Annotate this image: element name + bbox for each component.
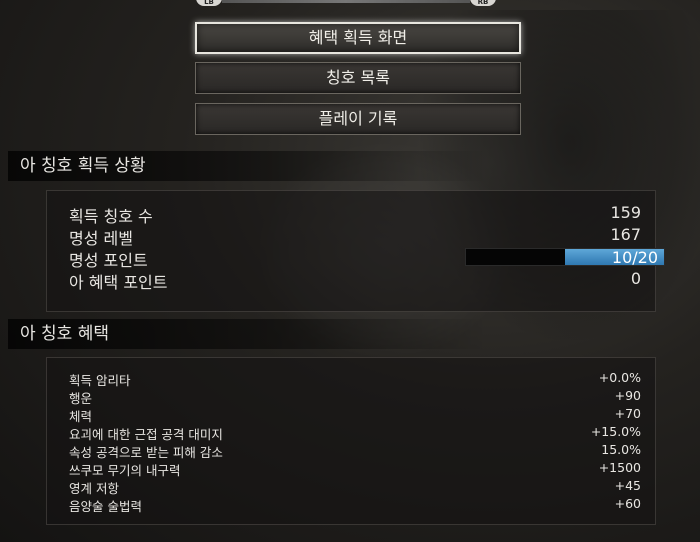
play-record-button[interactable]: 플레이 기록 [195,103,521,135]
benefit-row: 쓰쿠모 무기의 내구력 +1500 [69,460,641,478]
benefit-row: 행운 +90 [69,388,641,406]
stat-value: 159 [610,203,641,222]
benefit-label: 체력 [69,409,93,424]
benefit-row: 음양술 술법력 +60 [69,496,641,514]
benefit-value: +0.0% [598,370,641,385]
benefit-value: +90 [614,388,641,403]
benefit-label: 요괴에 대한 근접 공격 대미지 [69,427,223,442]
status-panel: 획득 칭호 수 159 명성 레벨 167 명성 포인트 10/20 아 혜택 … [46,190,665,312]
benefit-label: 음양술 술법력 [69,499,142,514]
status-section-title: 아 칭호 획득 상황 [8,151,488,181]
benefits-panel: 획득 암리타 +0.0% 행운 +90 체력 +70 요괴에 대한 근접 공격 … [46,357,656,525]
stat-row-fame-level: 명성 레벨 167 [69,225,641,248]
stat-row-titles: 획득 칭호 수 159 [69,203,641,226]
stat-label: 명성 레벨 [69,229,133,248]
benefit-screen-button[interactable]: 혜택 획득 화면 [195,22,521,54]
fame-progress-bar: 10/20 [465,248,665,267]
benefit-label: 행운 [69,391,93,406]
benefit-label: 쓰쿠모 무기의 내구력 [69,463,181,478]
benefit-value: +60 [614,496,641,511]
top-bar: LB RB [0,0,700,6]
benefit-value: +1500 [598,460,641,475]
benefit-value: +45 [614,478,641,493]
benefit-row: 획득 암리타 +0.0% [69,370,641,388]
fame-progress-value: 10/20 [611,248,658,267]
title-list-button[interactable]: 칭호 목록 [195,62,521,94]
benefit-row: 속성 공격으로 받는 피해 감소 15.0% [69,442,641,460]
stat-row-benefit-points: 아 혜택 포인트 0 [69,269,641,292]
tab-indicator-line [222,0,470,3]
lb-bumper-icon[interactable]: LB [196,0,222,6]
benefit-row: 영계 저항 +45 [69,478,641,496]
stat-value: 0 [630,269,641,288]
stat-label: 명성 포인트 [69,251,148,270]
stat-label: 획득 칭호 수 [69,207,153,226]
benefit-row: 체력 +70 [69,406,641,424]
benefit-value: +70 [614,406,641,421]
benefit-value: 15.0% [601,442,641,457]
rb-bumper-icon[interactable]: RB [470,0,496,6]
benefits-section-title: 아 칭호 혜택 [8,319,488,349]
benefit-label: 획득 암리타 [69,373,131,388]
stat-row-fame-points: 명성 포인트 10/20 [69,247,665,270]
stat-label: 아 혜택 포인트 [69,273,168,292]
stat-value: 167 [610,225,641,244]
benefit-row: 요괴에 대한 근접 공격 대미지 +15.0% [69,424,641,442]
benefit-label: 영계 저항 [69,481,119,496]
benefit-value: +15.0% [590,424,641,439]
benefit-label: 속성 공격으로 받는 피해 감소 [69,445,223,460]
